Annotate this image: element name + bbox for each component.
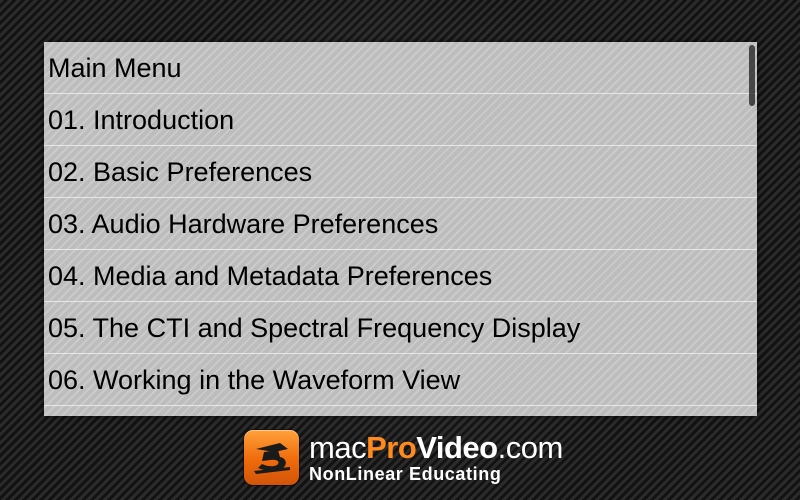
logo-text: macProVideo.com NonLinear Educating	[309, 432, 563, 483]
macprovideo-logo: macProVideo.com NonLinear Educating	[244, 428, 563, 486]
menu-item-waveform-view[interactable]: 06. Working in the Waveform View	[44, 354, 757, 406]
menu-item-next-partial[interactable]	[44, 406, 757, 416]
macprovideo-badge-icon	[244, 429, 299, 485]
menu-item-audio-hardware-preferences[interactable]: 03. Audio Hardware Preferences	[44, 198, 757, 250]
logo-word-pro: Pro	[366, 429, 417, 465]
menu-list-panel[interactable]: Main Menu 01. Introduction 02. Basic Pre…	[44, 42, 757, 416]
logo-word-video: Video	[416, 429, 498, 465]
menu-item-media-metadata-preferences[interactable]: 04. Media and Metadata Preferences	[44, 250, 757, 302]
menu-list: Main Menu 01. Introduction 02. Basic Pre…	[44, 42, 757, 416]
logo-wordmark: macProVideo.com	[309, 432, 563, 463]
menu-item-introduction[interactable]: 01. Introduction	[44, 94, 757, 146]
logo-word-mac: mac	[309, 429, 367, 465]
scrollbar-thumb[interactable]	[749, 45, 755, 106]
logo-word-com: .com	[497, 429, 564, 465]
menu-item-cti-spectral-frequency[interactable]: 05. The CTI and Spectral Frequency Displ…	[44, 302, 757, 354]
menu-item-main-menu[interactable]: Main Menu	[44, 42, 757, 94]
menu-item-basic-preferences[interactable]: 02. Basic Preferences	[44, 146, 757, 198]
logo-tagline: NonLinear Educating	[309, 463, 502, 484]
